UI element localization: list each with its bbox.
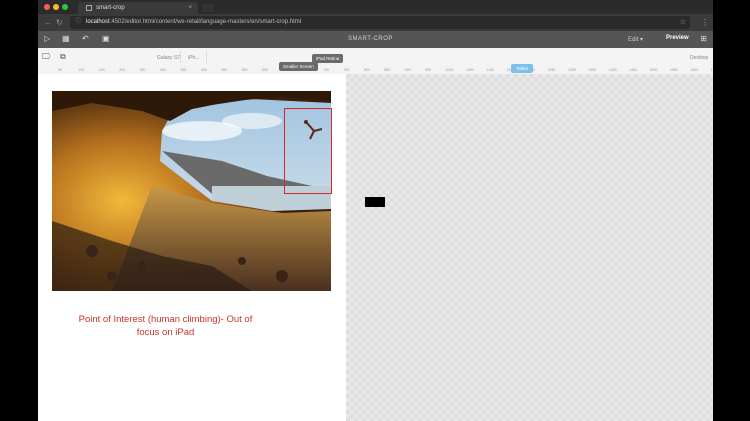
editor-canvas: Point of Interest (human climbing)- Out … [38, 74, 713, 421]
browser-tab-strip: smart-crop × [38, 0, 713, 14]
url-field[interactable]: ⓘ localhost:4502/editor.html/content/we-… [70, 16, 690, 29]
star-icon[interactable]: ☆ [680, 16, 686, 29]
ruler-tick-label: 1250 [547, 68, 556, 72]
info-icon: ⓘ [75, 19, 82, 25]
ruler-tick-label: 100 [78, 68, 85, 72]
ruler-tick-label: 1400 [608, 68, 617, 72]
ruler-tick-label: 750 [343, 68, 350, 72]
settings-icon[interactable]: ⊞ [700, 34, 707, 43]
device-desktop[interactable]: Desktop [690, 55, 708, 61]
ruler-tick-label: 700 [323, 68, 330, 72]
new-tab-button[interactable] [202, 4, 214, 12]
side-panel-icon[interactable]: ▷ [44, 34, 50, 43]
ruler-tick-label: 1500 [649, 68, 658, 72]
ruler-tick-label: 1050 [466, 68, 474, 72]
ruler-tick-label: 850 [384, 68, 391, 72]
tab-title: smart-crop [96, 5, 125, 11]
device-galaxy-s7[interactable]: Galaxy S7 [157, 55, 180, 61]
browser-tab[interactable]: smart-crop × [78, 2, 198, 14]
device-marker-tablet[interactable]: Tablet [511, 64, 534, 73]
ruler-tick-label: 1600 [690, 68, 699, 72]
reload-icon[interactable]: ↻ [56, 16, 63, 29]
undo-icon[interactable]: ↶ [82, 34, 89, 43]
close-window-icon[interactable] [44, 4, 50, 10]
ruler-tick-label: 350 [180, 68, 187, 72]
tab-close-icon[interactable]: × [188, 2, 192, 14]
device-icon[interactable]: ⧉ [60, 52, 66, 62]
ruler-tick-label: 550 [262, 68, 268, 72]
ruler-tick-label: 150 [98, 68, 105, 72]
emulator-device-bar: 🖵 ⧉ Galaxy S7 iPh... iPad Retina Desktop [38, 48, 713, 67]
ruler-tick-label: 1550 [670, 68, 678, 72]
page-preview: Point of Interest (human climbing)- Out … [38, 74, 346, 421]
edit-mode-dropdown[interactable]: Edit ▾ [628, 36, 643, 43]
placeholder-block [365, 197, 385, 207]
ruler-tick-label: 1100 [486, 68, 494, 72]
ruler-tick-label: 450 [221, 68, 228, 72]
ruler-tick-label: 300 [160, 68, 166, 72]
ruler-tick-label: 900 [404, 68, 411, 72]
monitor-icon[interactable]: 🖵 [42, 52, 50, 62]
grid-icon[interactable]: ▦ [62, 34, 70, 43]
ruler-tick-label: 400 [200, 68, 207, 72]
ruler-tick-label: 50 [58, 68, 62, 72]
minimize-window-icon[interactable] [53, 4, 59, 10]
address-bar-row: ← ↻ ⓘ localhost:4502/editor.html/content… [38, 14, 713, 31]
ruler-tick-label: 1450 [629, 68, 637, 72]
ruler-tick-label: 950 [425, 68, 432, 72]
back-icon[interactable]: ← [44, 16, 52, 29]
url-text: localhost:4502/editor.html/content/we-re… [86, 19, 302, 25]
ruler-tick-label: 1350 [588, 68, 597, 72]
ruler-tick-label: 250 [139, 68, 146, 72]
maximize-window-icon[interactable] [62, 4, 68, 10]
ruler-tick-label: 500 [241, 68, 248, 72]
ruler-tick-label: 1000 [445, 68, 454, 72]
browser-menu-icon[interactable]: ⋮ [701, 16, 709, 29]
preview-button[interactable]: Preview [666, 35, 689, 41]
page-icon [86, 5, 92, 11]
screen: smart-crop × ← ↻ ⓘ localhost:4502/editor… [38, 0, 713, 421]
crop-focus-box[interactable] [284, 108, 332, 194]
layout-icon[interactable]: ▣ [102, 34, 110, 43]
device-iphone[interactable]: iPh... [188, 55, 199, 61]
page-title: SMART-CROP [348, 36, 393, 42]
ruler-tick-label: 1650 [710, 68, 713, 72]
annotation-note: Point of Interest (human climbing)- Out … [78, 314, 253, 338]
ruler-tick-label: 800 [364, 68, 370, 72]
ruler-tick-label: 200 [119, 68, 126, 72]
ruler-tick-label: 1300 [568, 68, 576, 72]
empty-viewport-area [346, 74, 713, 421]
device-marker-smaller-screen[interactable]: Smaller Screen [279, 62, 318, 71]
chevron-down-icon: ▾ [640, 37, 644, 43]
editor-toolbar: ▷ ▦ ↶ ▣ SMART-CROP Edit ▾ Preview ⊞ [38, 31, 713, 48]
